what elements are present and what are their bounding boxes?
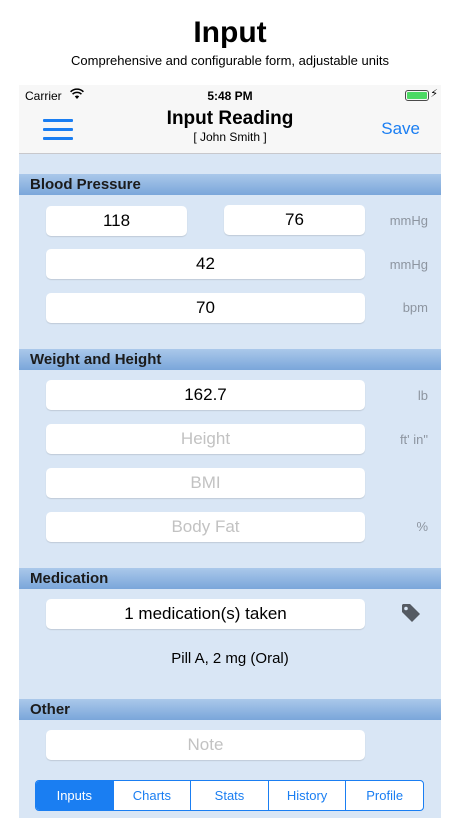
section-blood-pressure: Blood Pressure bbox=[19, 174, 441, 195]
tab-history[interactable]: History bbox=[267, 781, 346, 810]
tag-icon[interactable] bbox=[400, 602, 422, 624]
section-other: Other bbox=[19, 699, 441, 720]
promo-title: Input bbox=[193, 16, 267, 49]
body-fat-unit: % bbox=[416, 519, 428, 534]
segmented-tab-bar: Inputs Charts Stats History Profile bbox=[35, 780, 424, 811]
tab-charts[interactable]: Charts bbox=[112, 781, 191, 810]
section-title: Blood Pressure bbox=[30, 176, 141, 193]
bp-unit: mmHg bbox=[389, 213, 428, 228]
section-medication: Medication bbox=[19, 568, 441, 589]
status-bar: Carrier 5:48 PM ⚡ bbox=[19, 85, 441, 107]
tab-inputs[interactable]: Inputs bbox=[36, 781, 113, 810]
page-title: Input Reading bbox=[166, 108, 294, 129]
patient-name: [ John Smith ] bbox=[193, 130, 267, 144]
section-weight-height: Weight and Height bbox=[19, 349, 441, 370]
status-time: 5:48 PM bbox=[207, 89, 253, 103]
charging-icon: ⚡ bbox=[430, 88, 438, 100]
weight-field[interactable]: 162.7 bbox=[46, 380, 365, 410]
nav-bar: Input Reading [ John Smith ] Save bbox=[19, 107, 441, 154]
pulse-field[interactable]: 70 bbox=[46, 293, 365, 323]
third-unit: mmHg bbox=[389, 257, 428, 272]
height-field[interactable]: Height bbox=[46, 424, 365, 454]
third-pressure-field[interactable]: 42 bbox=[46, 249, 365, 279]
medication-field[interactable]: 1 medication(s) taken bbox=[46, 599, 365, 629]
body-fat-field[interactable]: Body Fat bbox=[46, 512, 365, 542]
medication-details: Pill A, 2 mg (Oral) bbox=[171, 650, 289, 667]
section-title: Medication bbox=[30, 570, 109, 587]
weight-unit: lb bbox=[417, 388, 428, 403]
note-field[interactable]: Note bbox=[46, 730, 365, 760]
phone-screen: Carrier 5:48 PM ⚡ Input Reading [ John S… bbox=[19, 85, 441, 818]
section-title: Other bbox=[30, 701, 71, 718]
battery-fill bbox=[407, 92, 427, 99]
height-unit: ft' in" bbox=[399, 432, 428, 447]
diastolic-field[interactable]: 76 bbox=[224, 205, 365, 235]
systolic-field[interactable]: 118 bbox=[46, 206, 187, 236]
section-title: Weight and Height bbox=[30, 351, 162, 368]
pulse-unit: bpm bbox=[402, 300, 428, 315]
tab-stats[interactable]: Stats bbox=[190, 781, 268, 810]
bmi-field[interactable]: BMI bbox=[46, 468, 365, 498]
promo-subtitle: Comprehensive and configurable form, adj… bbox=[71, 53, 389, 68]
save-button[interactable]: Save bbox=[381, 119, 420, 139]
battery-icon bbox=[405, 90, 429, 101]
tab-profile[interactable]: Profile bbox=[345, 781, 423, 810]
